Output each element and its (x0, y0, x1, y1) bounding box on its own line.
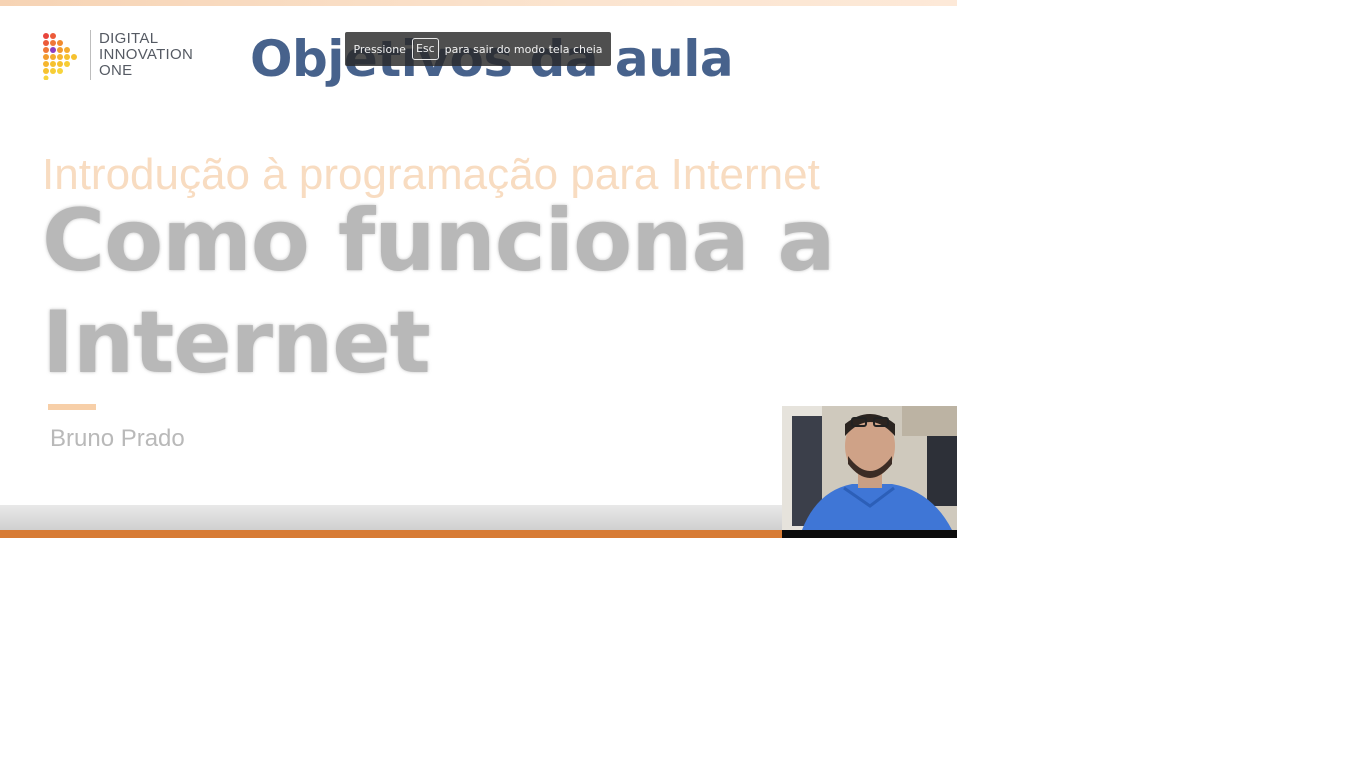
lesson-title-line-1: Como funciona a (42, 191, 835, 291)
esc-key-badge: Esc (411, 38, 439, 60)
logo-line-2: INNOVATION (99, 46, 194, 63)
video-player[interactable]: DIGITAL INNOVATION ONE Objetivos da aula… (0, 0, 957, 538)
logo-line-1: DIGITAL (99, 30, 159, 47)
fullscreen-exit-notice: Pressione Esc para sair do modo tela che… (345, 32, 611, 66)
lesson-title-line-2: Internet (42, 293, 431, 393)
presenter-webcam (782, 406, 957, 538)
notice-suffix: para sair do modo tela cheia (444, 42, 603, 56)
notice-prefix: Pressione (353, 42, 406, 56)
dio-triangle-dots-icon (43, 33, 77, 80)
logo-divider (90, 30, 91, 80)
presenter-webcam-image (782, 406, 957, 538)
slide-top-strip (0, 0, 957, 6)
accent-dash (48, 404, 96, 410)
logo-wordmark: DIGITAL INNOVATION ONE (99, 31, 193, 79)
logo-line-3: ONE (99, 62, 133, 79)
dio-logo: DIGITAL INNOVATION ONE (40, 30, 193, 80)
lesson-title: Como funciona a Internet (42, 190, 835, 394)
author-name: Bruno Prado (50, 425, 185, 452)
